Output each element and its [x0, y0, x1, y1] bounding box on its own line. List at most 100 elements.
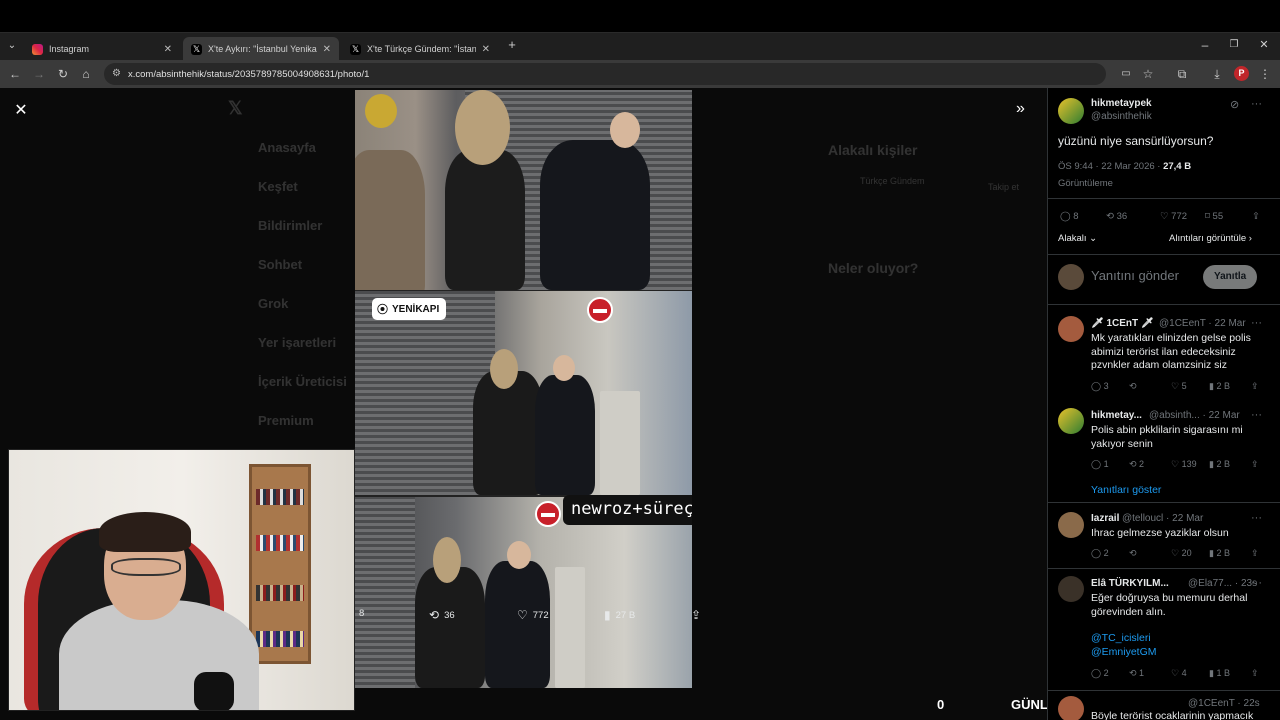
reply-avatar[interactable] — [1058, 408, 1084, 434]
author-avatar[interactable] — [1058, 98, 1084, 124]
home-icon[interactable]: ⌂ — [78, 66, 94, 82]
expand-sidebar-icon[interactable]: » — [1016, 100, 1025, 118]
author-handle[interactable]: @absinthehik — [1091, 111, 1152, 122]
reply-author[interactable]: 🗡 1CEnT 🗡 — [1091, 318, 1154, 329]
like-action[interactable]: ♡ 20 — [1171, 548, 1192, 559]
mention-link[interactable]: @EmniyetGM — [1091, 646, 1157, 658]
repost-action[interactable]: ⟲ 36 — [429, 608, 455, 622]
like-action[interactable]: ♡ 772 — [517, 608, 549, 622]
bookmark-star-icon[interactable]: ☆ — [1140, 66, 1156, 82]
tab-x-aykiri[interactable]: 𝕏 X'te Aykırı: "İstanbul Yenikapı'da ✕ — [183, 37, 339, 61]
like-action[interactable]: ♡ 4 — [1171, 668, 1187, 679]
restore-icon[interactable]: ❐ — [1226, 37, 1242, 53]
tab-x-turkce-gundem[interactable]: 𝕏 X'te Türkçe Gündem: "İstanbul ✕ — [342, 37, 498, 61]
views-action[interactable]: ▮ 2 B — [1209, 548, 1230, 559]
reply-handle[interactable]: @Ela77... · 23s — [1188, 578, 1257, 589]
nav-home: Anasayfa — [258, 140, 316, 155]
post-time[interactable]: ÖS 9:44 · 22 Mar 2026 · — [1058, 161, 1160, 172]
views-action[interactable]: ▮ 1 B — [1209, 668, 1230, 679]
author-name[interactable]: hikmetaypek — [1091, 98, 1152, 109]
reply-action[interactable]: ◯ 1 — [1091, 459, 1109, 470]
view-quotes-link[interactable]: Alıntıları görüntüle › — [1169, 233, 1252, 244]
reply-count[interactable]: 8 — [359, 608, 364, 619]
reply-action[interactable]: ◯ 3 — [1091, 381, 1109, 392]
bookmark-action[interactable]: ⌑ 55 — [1205, 211, 1223, 222]
masked-head — [455, 90, 510, 165]
back-arrow-icon[interactable]: ← — [7, 66, 23, 82]
share-icon[interactable]: ⇪ — [1251, 548, 1259, 559]
views-action[interactable]: ▮ 2 B — [1209, 381, 1230, 392]
nav-grok: Grok — [258, 296, 289, 311]
new-tab-plus-icon[interactable]: + — [504, 37, 520, 53]
views-action[interactable]: ▮ 27 B — [604, 608, 635, 622]
url-field[interactable]: ⚙ x.com/absinthehik/status/2035789785004… — [104, 63, 1106, 85]
close-viewer-icon[interactable]: ✕ — [12, 100, 30, 120]
reply-avatar[interactable] — [1058, 316, 1084, 342]
repost-action[interactable]: ⟲ 2 — [1129, 459, 1144, 470]
cast-icon[interactable]: ▭ — [1118, 66, 1134, 82]
reply-action[interactable]: ◯ 2 — [1091, 548, 1109, 559]
profile-avatar-icon[interactable]: P — [1234, 66, 1249, 81]
reposts-value: 36 — [444, 609, 455, 621]
share-icon[interactable]: ⇪ — [1251, 381, 1259, 392]
reply-count: 2 — [1103, 668, 1109, 678]
suggested-account: Türkçe Gündem — [860, 176, 925, 186]
reply-handle[interactable]: @1CEenT · 22 Mar — [1159, 318, 1246, 329]
site-settings-icon[interactable]: ⚙ — [112, 68, 121, 79]
like-action[interactable]: ♡ 139 — [1171, 459, 1197, 470]
like-action[interactable]: ♡ 772 — [1160, 211, 1187, 222]
reply-input[interactable]: Yanıtını gönder — [1091, 269, 1179, 283]
more-options-icon[interactable]: ··· — [1251, 98, 1262, 110]
more-options-icon[interactable]: ··· — [1251, 409, 1262, 421]
reply-handle[interactable]: @telloucl · 22 Mar — [1122, 513, 1203, 524]
views-label: Görüntüleme — [1058, 178, 1113, 189]
grok-icon[interactable]: ⊘ — [1230, 98, 1239, 111]
repost-action[interactable]: ⟲ 36 — [1106, 211, 1127, 222]
share-action[interactable]: ⇪ — [691, 608, 701, 622]
sort-replies-dropdown[interactable]: Alakalı ⌄ — [1058, 233, 1097, 244]
menu-kebab-icon[interactable]: ⋮ — [1257, 66, 1273, 82]
more-options-icon[interactable]: ··· — [1251, 512, 1262, 524]
view-count: 2 B — [1216, 459, 1230, 469]
forward-arrow-icon[interactable]: → — [31, 66, 47, 82]
download-icon[interactable]: ⤓ — [1209, 66, 1225, 82]
reply-action[interactable]: ◯ 2 — [1091, 668, 1109, 679]
more-options-icon[interactable]: ··· — [1251, 577, 1262, 589]
post-views-count: 27,4 B — [1163, 161, 1192, 172]
tab-search-chevron-icon[interactable]: ⌄ — [4, 38, 20, 54]
close-tab-icon[interactable]: ✕ — [164, 44, 172, 55]
post-photo[interactable]: ⦿ YENİKAPI newroz+süreç — [355, 90, 692, 688]
close-tab-icon[interactable]: ✕ — [482, 44, 490, 55]
reply-avatar[interactable] — [1058, 512, 1084, 538]
reply-handle[interactable]: @absinth... · 22 Mar — [1149, 410, 1240, 421]
repost-action[interactable]: ⟲ 1 — [1129, 668, 1144, 679]
reload-icon[interactable]: ↻ — [55, 66, 71, 82]
like-count: 139 — [1181, 459, 1197, 469]
views-action[interactable]: ▮ 2 B — [1209, 459, 1230, 470]
close-tab-icon[interactable]: ✕ — [323, 44, 331, 55]
window-close-icon[interactable]: ✕ — [1256, 37, 1272, 53]
reply-author[interactable]: Iazrail — [1091, 513, 1119, 524]
reply-action[interactable]: ◯ 8 — [1060, 211, 1079, 222]
reply-avatar[interactable] — [1058, 576, 1084, 602]
repost-icon[interactable]: ⟲ — [1129, 548, 1137, 559]
reply-author[interactable]: hikmetay... — [1091, 410, 1142, 421]
share-icon[interactable]: ⇪ — [1251, 668, 1259, 679]
tab-instagram[interactable]: Instagram ✕ — [24, 37, 180, 61]
extensions-icon[interactable]: ⧉ — [1174, 66, 1190, 82]
masked-head — [433, 537, 461, 583]
repost-icon[interactable]: ⟲ — [1129, 381, 1137, 392]
reply-author[interactable]: Elâ TÜRKYILM... — [1091, 578, 1169, 589]
share-icon[interactable]: ⇪ — [1251, 459, 1259, 470]
like-action[interactable]: ♡ 5 — [1171, 381, 1187, 392]
mention-link[interactable]: @TC_icisleri — [1091, 632, 1151, 644]
minimize-icon[interactable]: – — [1197, 37, 1213, 53]
reply-count: 2 — [1103, 548, 1109, 558]
reply-avatar[interactable] — [1058, 696, 1084, 720]
reply-button[interactable]: Yanıtla — [1203, 265, 1258, 289]
show-replies-link[interactable]: Yanıtları göster — [1091, 484, 1161, 496]
share-icon[interactable]: ⇪ — [1252, 211, 1260, 222]
reply-handle[interactable]: @1CEenT · 22s — [1188, 698, 1260, 709]
more-options-icon[interactable]: ··· — [1251, 317, 1262, 329]
reposts-value: 36 — [1116, 211, 1128, 222]
